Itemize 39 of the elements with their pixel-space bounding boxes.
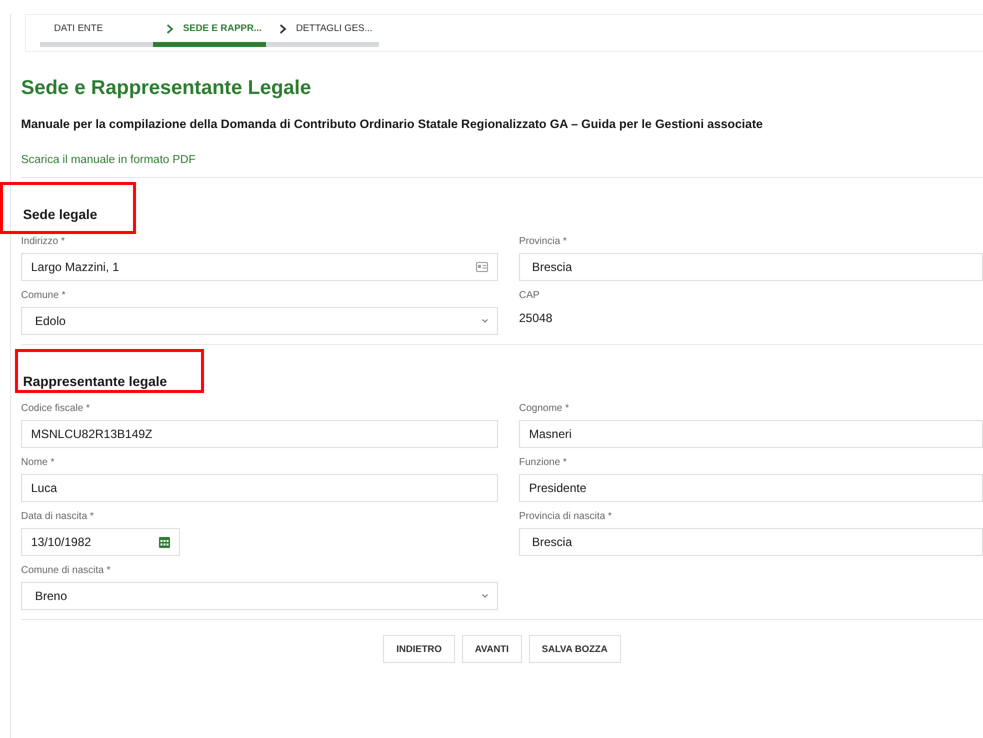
field-label: Data di nascita * xyxy=(21,511,94,523)
select-field[interactable]: Brescia xyxy=(519,528,983,556)
field-label: Comune di nascita * xyxy=(21,565,110,577)
input-field[interactable]: Largo Mazzini, 1 xyxy=(21,253,498,281)
field-value: 25048 xyxy=(519,310,554,327)
select-field[interactable]: Breno xyxy=(21,582,498,610)
input-field[interactable]: Presidente xyxy=(519,474,983,502)
action-button[interactable]: SALVA BOZZA xyxy=(528,635,621,663)
input-field[interactable]: Luca xyxy=(21,474,498,502)
field-label: Codice fiscale * xyxy=(21,403,90,415)
field-label: Indirizzo * xyxy=(21,236,65,248)
field-label: CAP xyxy=(519,290,540,302)
step-tab[interactable]: SEDE E RAPPR... xyxy=(153,15,266,47)
input-field[interactable]: MSNLCU82R13B149Z xyxy=(21,420,498,448)
caret-icon xyxy=(482,319,488,323)
field-label: Comune * xyxy=(21,290,66,302)
input-field[interactable]: 13/10/1982 xyxy=(21,528,180,556)
step-tab[interactable]: DATI ENTE xyxy=(40,15,153,47)
step-tab[interactable]: DETTAGLI GES... xyxy=(266,15,379,47)
field-label: Cognome * xyxy=(519,403,570,415)
caret-icon xyxy=(482,594,488,598)
section-heading: Sede legale xyxy=(23,206,98,224)
select-field[interactable]: Edolo xyxy=(21,307,498,335)
chevron-icon xyxy=(279,24,287,34)
manual-title: Manuale per la compilazione della Domanda di Contributo Ordinario Statale Regionalizzato GA – Guida per le Gestioni associate xyxy=(21,116,764,132)
section-heading: Rappresentante legale xyxy=(23,373,168,391)
field-label: Nome * xyxy=(21,457,54,469)
select-field[interactable]: Brescia xyxy=(519,253,983,281)
action-button[interactable]: INDIETRO xyxy=(383,635,455,663)
manual-link[interactable]: Scarica il manuale in formato PDF xyxy=(21,154,196,166)
action-button[interactable]: AVANTI xyxy=(462,635,522,663)
card-icon xyxy=(476,262,488,272)
chevron-icon xyxy=(166,24,174,34)
field-label: Funzione * xyxy=(519,457,567,469)
field-label: Provincia * xyxy=(519,236,567,248)
page-title: Sede e Rappresentante Legale xyxy=(21,76,312,101)
input-field[interactable]: Masneri xyxy=(519,420,983,448)
calendar-icon xyxy=(159,536,170,548)
field-label: Provincia di nascita * xyxy=(519,511,612,523)
